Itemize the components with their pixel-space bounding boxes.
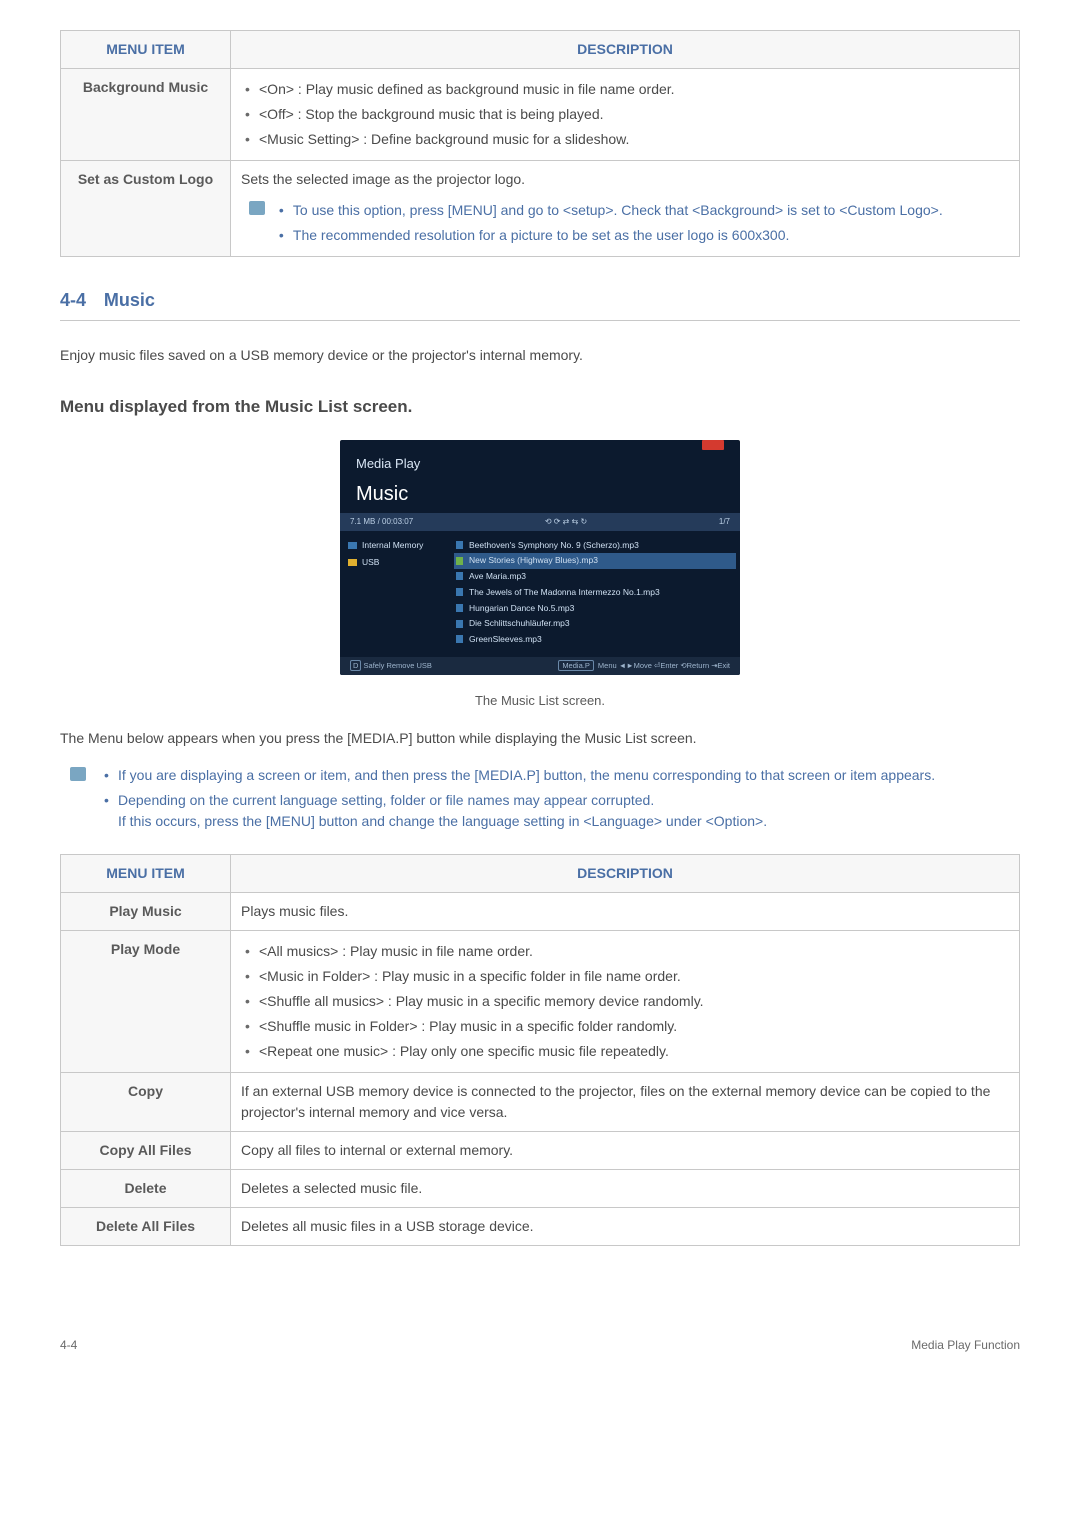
track-item-selected: New Stories (Highway Blues).mp3 xyxy=(454,553,736,569)
note-icon xyxy=(456,604,463,612)
list-item: <Music in Folder> : Play music in a spec… xyxy=(241,964,1009,989)
th-menu-item: MENU ITEM xyxy=(61,855,231,893)
status-right: 1/7 xyxy=(719,516,730,528)
list-item: <All musics> : Play music in file name o… xyxy=(241,939,1009,964)
device-item: USB xyxy=(348,554,442,571)
track-item: Beethoven's Symphony No. 9 (Scherzo).mp3 xyxy=(454,537,736,553)
th-description: DESCRIPTION xyxy=(231,31,1020,69)
list-item: <Shuffle all musics> : Play music in a s… xyxy=(241,989,1009,1014)
media-brand: Media Play xyxy=(356,454,724,474)
note-icon xyxy=(456,588,463,596)
note-icon xyxy=(249,201,265,215)
music-list-figure: Media Play Music 7.1 MB / 00:03:07 ⟲ ⟳ ⇄… xyxy=(60,440,1020,681)
section-number: 4-4 xyxy=(60,290,86,310)
row-label: Play Mode xyxy=(61,931,231,1073)
foot-left: D Safely Remove USB xyxy=(350,660,432,671)
row-desc: <On> : Play music defined as background … xyxy=(231,69,1020,161)
table-bg-music: MENU ITEM DESCRIPTION Background Music <… xyxy=(60,30,1020,257)
row-label: Delete xyxy=(61,1170,231,1208)
section-underline xyxy=(60,320,1020,321)
list-item: <Repeat one music> : Play only one speci… xyxy=(241,1039,1009,1064)
row-desc: If an external USB memory device is conn… xyxy=(231,1073,1020,1132)
row-label: Play Music xyxy=(61,893,231,931)
subheading: Menu displayed from the Music List scree… xyxy=(60,394,1020,420)
table-row: Delete All Files Deletes all music files… xyxy=(61,1208,1020,1246)
table-row: Play Music Plays music files. xyxy=(61,893,1020,931)
status-icons: ⟲ ⟳ ⇄ ⇆ ↻ xyxy=(545,516,587,528)
device-item: Internal Memory xyxy=(348,537,442,554)
table-row: Set as Custom Logo Sets the selected ima… xyxy=(61,161,1020,257)
section-heading: 4-4 Music xyxy=(60,287,1020,314)
row-desc: Copy all files to internal or external m… xyxy=(231,1132,1020,1170)
device-icon xyxy=(348,542,357,549)
note-icon xyxy=(456,635,463,643)
figure-caption: The Music List screen. xyxy=(60,691,1020,711)
row-desc: Sets the selected image as the projector… xyxy=(231,161,1020,257)
note-icon xyxy=(456,620,463,628)
media-mode: Music xyxy=(356,479,724,509)
footer-left: 4-4 xyxy=(60,1336,77,1354)
row-label: Copy All Files xyxy=(61,1132,231,1170)
device-icon xyxy=(348,559,357,566)
section-title: Music xyxy=(104,290,155,310)
track-item: Ave Maria.mp3 xyxy=(454,569,736,585)
lead-text: Sets the selected image as the projector… xyxy=(241,169,1009,190)
list-item: If you are displaying a screen or item, … xyxy=(100,763,1020,788)
th-description: DESCRIPTION xyxy=(231,855,1020,893)
th-menu-item: MENU ITEM xyxy=(61,31,231,69)
footer-right: Media Play Function xyxy=(911,1336,1020,1354)
note-icon xyxy=(70,767,86,781)
row-desc: Plays music files. xyxy=(231,893,1020,931)
track-item: The Jewels of The Madonna Intermezzo No.… xyxy=(454,584,736,600)
list-item: <Music Setting> : Define background musi… xyxy=(241,127,1009,152)
table-music-menu: MENU ITEM DESCRIPTION Play Music Plays m… xyxy=(60,854,1020,1246)
row-label: Copy xyxy=(61,1073,231,1132)
list-item: <On> : Play music defined as background … xyxy=(241,77,1009,102)
note-block: If you are displaying a screen or item, … xyxy=(70,763,1020,834)
after-figure-text: The Menu below appears when you press th… xyxy=(60,728,1020,749)
table-row: Delete Deletes a selected music file. xyxy=(61,1170,1020,1208)
table-row: Background Music <On> : Play music defin… xyxy=(61,69,1020,161)
row-desc: Deletes all music files in a USB storage… xyxy=(231,1208,1020,1246)
track-item: Die Schlittschuhläufer.mp3 xyxy=(454,616,736,632)
table-row: Copy All Files Copy all files to interna… xyxy=(61,1132,1020,1170)
list-item: <Off> : Stop the background music that i… xyxy=(241,102,1009,127)
usb-icon xyxy=(702,440,724,450)
note-icon xyxy=(456,541,463,549)
track-item: GreenSleeves.mp3 xyxy=(454,632,736,648)
list-item: The recommended resolution for a picture… xyxy=(275,223,1003,248)
table-row: Copy If an external USB memory device is… xyxy=(61,1073,1020,1132)
note-icon xyxy=(456,557,463,565)
list-item: Depending on the current language settin… xyxy=(100,788,1020,834)
row-label: Delete All Files xyxy=(61,1208,231,1246)
page-footer: 4-4 Media Play Function xyxy=(60,1336,1020,1354)
track-item: Hungarian Dance No.5.mp3 xyxy=(454,600,736,616)
row-label: Set as Custom Logo xyxy=(61,161,231,257)
row-desc: Deletes a selected music file. xyxy=(231,1170,1020,1208)
foot-right: Media.P Menu ◄►Move ⏎Enter ⟲Return ⇥Exit xyxy=(556,660,730,671)
list-item: <Shuffle music in Folder> : Play music i… xyxy=(241,1014,1009,1039)
row-label: Background Music xyxy=(61,69,231,161)
intro-text: Enjoy music files saved on a USB memory … xyxy=(60,345,1020,366)
note-icon xyxy=(456,572,463,580)
row-desc: <All musics> : Play music in file name o… xyxy=(231,931,1020,1073)
table-row: Play Mode <All musics> : Play music in f… xyxy=(61,931,1020,1073)
list-item: To use this option, press [MENU] and go … xyxy=(275,198,1003,223)
status-left: 7.1 MB / 00:03:07 xyxy=(350,516,413,528)
